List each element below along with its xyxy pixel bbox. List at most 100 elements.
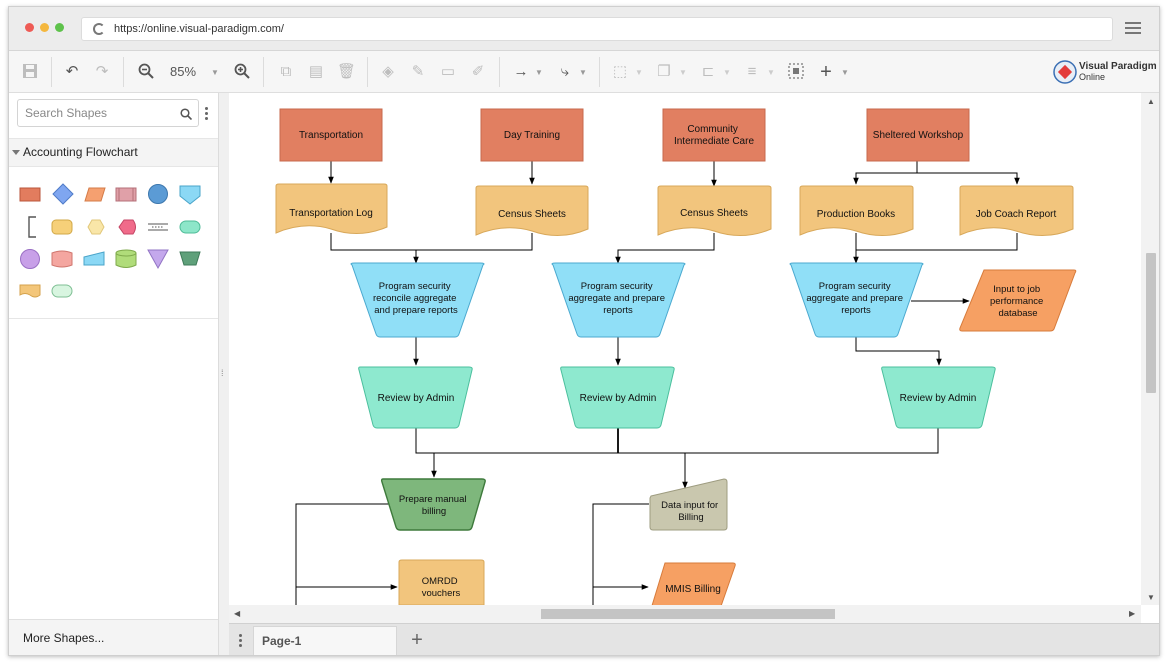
job-performance-database[interactable]: Input to job performance database [959, 269, 1077, 332]
document-shape-icon[interactable] [19, 284, 41, 298]
align-icon[interactable]: ⊏ [699, 63, 717, 81]
sidebar-splitter[interactable]: ⁞ [219, 93, 229, 655]
select-all-icon[interactable] [787, 63, 805, 81]
horizontal-scrollbar[interactable]: ◀ ▶ [229, 605, 1141, 623]
vertical-scroll-thumb[interactable] [1146, 253, 1156, 393]
page-tab-bar: Page-1 + [229, 623, 1159, 655]
zoom-in-icon[interactable] [233, 63, 251, 81]
add-icon[interactable]: + [817, 62, 835, 82]
arrange-icon[interactable]: ❐ [655, 63, 673, 81]
database-shape-icon[interactable] [115, 249, 137, 268]
document-census-sheets-2[interactable]: Census Sheets [657, 185, 772, 236]
circle-shape-icon[interactable] [148, 184, 168, 204]
save-icon[interactable] [21, 63, 39, 81]
connector-style-dropdown-icon[interactable]: ▼ [535, 68, 543, 77]
source-transportation[interactable]: Transportation [279, 108, 383, 162]
fill-color-icon[interactable]: ◈ [379, 63, 397, 81]
connector-style-icon[interactable]: → [511, 63, 531, 81]
logo-title: Visual Paradigm [1079, 61, 1157, 72]
process-aggregate-1[interactable]: Program security aggregate and prepare r… [551, 262, 686, 338]
minimize-window-dot[interactable] [40, 23, 49, 32]
vertical-scrollbar[interactable]: ▲ ▼ [1141, 93, 1159, 605]
distribute-icon[interactable]: ≡ [743, 63, 761, 81]
rounded-rect-icon[interactable] [51, 219, 73, 235]
delete-icon[interactable]: 🗑 [337, 63, 356, 81]
document-transportation-log[interactable]: Transportation Log [275, 183, 388, 234]
process-reconcile[interactable]: Program security reconcile aggregate and… [350, 262, 485, 338]
page-options-icon[interactable] [239, 634, 242, 649]
document-census-sheets-1[interactable]: Census Sheets [475, 185, 589, 236]
waypoint-style-icon[interactable]: ⤷ [555, 63, 575, 81]
editor-toolbar: ↶ ↷ 85% ▼ ⧉ ▤ 🗑 ◈ ✎ ▭ ✐ → ▼ ⤷ ▼ ⬚ ▼ ❐ ▼ … [9, 51, 1159, 93]
diagram-canvas[interactable]: Transportation Day Training Community In… [229, 93, 1141, 605]
scroll-up-icon[interactable]: ▲ [1147, 97, 1155, 106]
more-shapes-button[interactable]: More Shapes... [9, 619, 218, 655]
flowchart-svg: Transportation Day Training Community In… [275, 108, 1077, 605]
rectangle-shape-icon[interactable] [19, 187, 41, 202]
search-icon[interactable] [180, 108, 192, 120]
search-shapes-input[interactable]: Search Shapes [17, 99, 199, 127]
document-job-coach-report[interactable]: Job Coach Report [959, 185, 1074, 236]
format-painter-icon[interactable]: ✐ [469, 63, 487, 81]
copy-icon[interactable]: ⧉ [277, 63, 295, 81]
collapse-caret-icon[interactable] [12, 150, 20, 155]
zoom-level[interactable]: 85% [165, 63, 201, 81]
terminator-shape-icon[interactable] [179, 220, 201, 234]
process-aggregate-2[interactable]: Program security aggregate and prepare r… [789, 262, 924, 338]
browser-menu-icon[interactable] [1125, 22, 1141, 34]
paste-icon[interactable]: ▤ [307, 63, 325, 81]
redo-icon[interactable]: ↷ [93, 63, 111, 81]
document-label: Job Coach Report [976, 209, 1057, 220]
document-production-books[interactable]: Production Books [799, 185, 914, 236]
manual-operation-icon[interactable] [179, 251, 201, 266]
group-icon[interactable]: ⬚ [611, 63, 629, 81]
page-tab[interactable]: Page-1 [253, 626, 397, 655]
horizontal-scroll-thumb[interactable] [541, 609, 835, 619]
display-shape-icon[interactable] [118, 219, 136, 235]
review-by-admin-2[interactable]: Review by Admin [560, 366, 675, 429]
reload-icon[interactable] [93, 23, 105, 35]
scroll-left-icon[interactable]: ◀ [234, 609, 240, 618]
zoom-dropdown-icon[interactable]: ▼ [211, 68, 219, 77]
tape-shape-icon[interactable] [51, 250, 73, 268]
undo-icon[interactable]: ↶ [63, 63, 81, 81]
offpage-connector-icon[interactable] [179, 185, 201, 205]
omrdd-vouchers[interactable]: OMRDD vouchers [398, 559, 485, 605]
sidebar-options-icon[interactable] [205, 107, 208, 121]
source-sheltered-workshop[interactable]: Sheltered Workshop [866, 108, 970, 162]
prepare-manual-billing[interactable]: Prepare manual billing [380, 478, 486, 531]
dashed-line-icon[interactable] [148, 223, 168, 231]
parallelogram-shape-icon[interactable] [84, 187, 106, 202]
annotation-bracket-icon[interactable] [28, 216, 36, 238]
document-label: Census Sheets [680, 208, 748, 219]
review-label: Review by Admin [378, 393, 455, 404]
light-terminator-icon[interactable] [51, 284, 73, 298]
data-input-for-billing[interactable]: Data input for Billing [649, 478, 728, 531]
line-color-icon[interactable]: ✎ [409, 63, 427, 81]
close-window-dot[interactable] [25, 23, 34, 32]
add-dropdown-icon[interactable]: ▼ [841, 68, 849, 77]
shadow-icon[interactable]: ▭ [439, 63, 457, 81]
waypoint-style-dropdown-icon[interactable]: ▼ [579, 68, 587, 77]
add-page-icon[interactable]: + [403, 626, 431, 655]
manual-input-icon[interactable] [83, 251, 105, 266]
purple-circle-icon[interactable] [20, 249, 40, 269]
merge-triangle-icon[interactable] [147, 249, 169, 270]
document-label: Transportation Log [289, 208, 373, 219]
scroll-right-icon[interactable]: ▶ [1129, 609, 1135, 618]
zoom-out-icon[interactable] [137, 63, 155, 81]
predefined-process-icon[interactable] [115, 187, 137, 202]
source-community-care[interactable]: Community Intermediate Care [662, 108, 766, 162]
mmis-billing[interactable]: MMIS Billing [651, 562, 736, 605]
category-accounting-flowchart[interactable]: Accounting Flowchart [9, 138, 218, 167]
address-bar[interactable]: https://online.visual-paradigm.com/ [81, 17, 1113, 41]
source-day-training[interactable]: Day Training [480, 108, 584, 162]
diamond-shape-icon[interactable] [52, 183, 74, 205]
scroll-down-icon[interactable]: ▼ [1147, 593, 1155, 602]
maximize-window-dot[interactable] [55, 23, 64, 32]
process-label: Program security reconcile aggregate and… [373, 281, 459, 316]
url-text: https://online.visual-paradigm.com/ [114, 23, 284, 35]
hexagon-shape-icon[interactable] [87, 219, 105, 235]
review-by-admin-3[interactable]: Review by Admin [881, 366, 996, 429]
review-by-admin-1[interactable]: Review by Admin [358, 366, 473, 429]
